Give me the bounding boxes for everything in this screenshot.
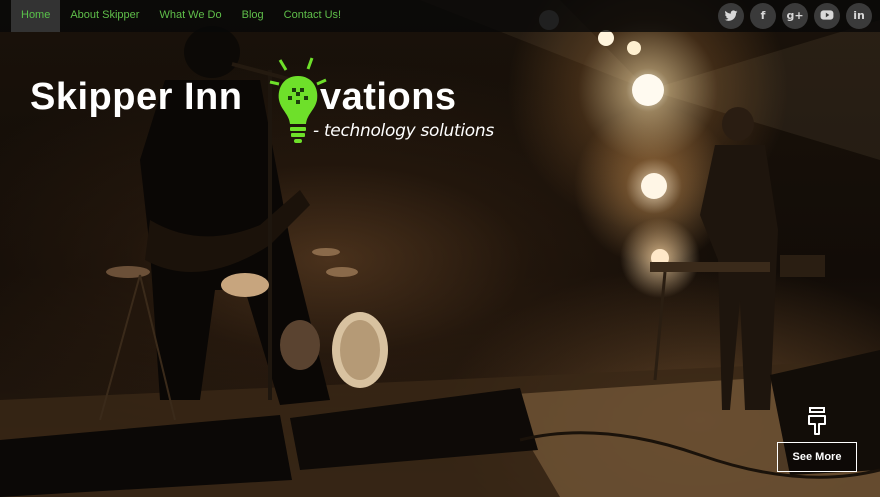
site-logo[interactable]: Skipper Inn vations - technology solutio… bbox=[30, 48, 494, 148]
social-links: f g+ in bbox=[718, 3, 872, 29]
linkedin-icon[interactable]: in bbox=[846, 3, 872, 29]
youtube-icon[interactable] bbox=[814, 3, 840, 29]
nav-menu: Home About Skipper What We Do Blog Conta… bbox=[11, 0, 351, 32]
logo-text-part1: Skipper Inn bbox=[30, 76, 243, 118]
logo-tagline: - technology solutions bbox=[313, 121, 494, 141]
google-plus-icon[interactable]: g+ bbox=[782, 3, 808, 29]
nav-item-blog[interactable]: Blog bbox=[232, 0, 274, 32]
top-navbar: Home About Skipper What We Do Blog Conta… bbox=[0, 0, 880, 32]
pointing-hand-icon[interactable] bbox=[804, 406, 830, 436]
logo-text-part2: vations bbox=[320, 76, 457, 118]
facebook-icon[interactable]: f bbox=[750, 3, 776, 29]
nav-item-home[interactable]: Home bbox=[11, 0, 61, 32]
see-more-button[interactable]: See More bbox=[777, 442, 857, 472]
nav-item-what-we-do[interactable]: What We Do bbox=[149, 0, 231, 32]
twitter-icon[interactable] bbox=[718, 3, 744, 29]
nav-item-about-skipper[interactable]: About Skipper bbox=[60, 0, 149, 32]
nav-item-contact-us[interactable]: Contact Us! bbox=[274, 0, 351, 32]
